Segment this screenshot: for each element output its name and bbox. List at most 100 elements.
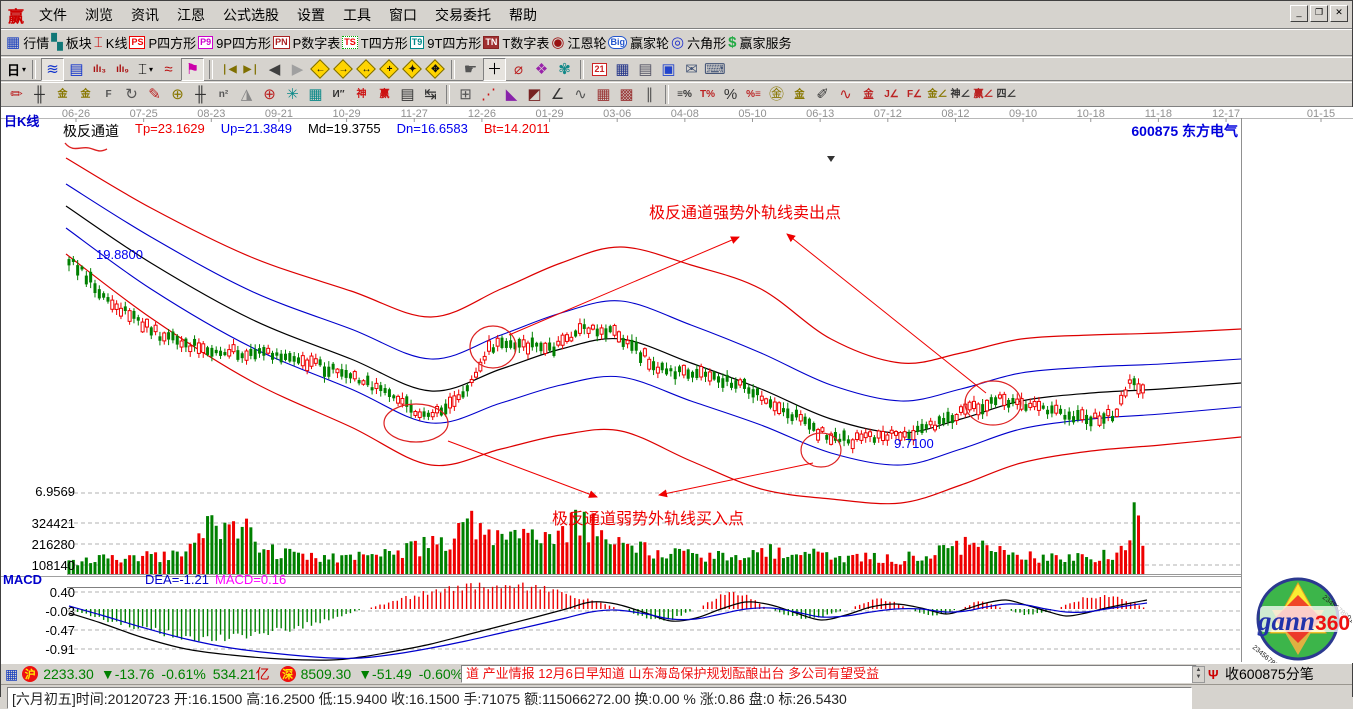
pattern-red-button[interactable]: ≈ xyxy=(158,59,179,80)
brush-tool-3[interactable]: ✐ xyxy=(812,84,833,105)
f-lines-tool[interactable]: F xyxy=(98,84,119,105)
save-button[interactable]: ▣ xyxy=(658,59,679,80)
menu-item-10[interactable]: 帮助 xyxy=(500,3,546,27)
percent-tool[interactable]: % xyxy=(720,84,741,105)
news-ticker[interactable]: 道 产业情报 12月6日早知道 山东海岛保护规划酝酿出台 多公司有望受益 xyxy=(461,665,1197,683)
menu-item-5[interactable]: 公式选股 xyxy=(214,3,288,27)
grid-red-tool-2[interactable]: ▩ xyxy=(616,84,637,105)
triangle-tool[interactable]: ◮ xyxy=(236,84,257,105)
news-spinner[interactable]: ▲▼ xyxy=(1192,666,1205,683)
winner-service-button[interactable]: $赢家服务 xyxy=(728,32,791,53)
f-angle-tool[interactable]: F∠ xyxy=(904,84,925,105)
spiral-tool[interactable]: ↻ xyxy=(121,84,142,105)
gann-wheel-button[interactable]: ◉江恩轮 xyxy=(551,32,606,53)
gann-gold-tool-2[interactable]: 金 xyxy=(75,84,96,105)
t-table-button[interactable]: TNT数字表 xyxy=(483,32,549,53)
target-red-tool[interactable]: ⊕ xyxy=(259,84,280,105)
crosshair-button[interactable]: ＋ xyxy=(483,58,506,81)
bars9-button[interactable]: ılı₉ xyxy=(112,59,133,80)
ying-tool[interactable]: 赢 xyxy=(374,84,395,105)
period-selector[interactable]: 日▾ xyxy=(6,59,27,80)
first-page-button[interactable]: ❘◀ xyxy=(218,59,239,80)
feed-status[interactable]: 收600875分笔 xyxy=(1225,664,1314,684)
zoom-horizontal-button[interactable]: ↔ xyxy=(356,59,377,80)
slashes-tool[interactable]: ∥ xyxy=(639,84,660,105)
quotes-button[interactable]: ▦行情 xyxy=(6,32,49,53)
grid-red-tool[interactable]: ▦ xyxy=(593,84,614,105)
period-label[interactable]: 日K线 xyxy=(4,111,39,130)
menu-item-8[interactable]: 窗口 xyxy=(380,3,426,27)
t-percent-tool[interactable]: T% xyxy=(697,84,718,105)
zoom-left-button[interactable]: ← xyxy=(310,59,331,80)
winner-wheel-button[interactable]: Big赢家轮 xyxy=(608,32,669,53)
percent-lines-tool[interactable]: %≡ xyxy=(743,84,764,105)
calculator-button[interactable]: ▦ xyxy=(612,59,633,80)
send-mail-button[interactable]: ✉ xyxy=(681,59,702,80)
list-percent-tool[interactable]: ≡% xyxy=(674,84,695,105)
gann-gold-tool-1[interactable]: 金 xyxy=(52,84,73,105)
fan-box-tool[interactable]: ◩ xyxy=(524,84,545,105)
p-square-button[interactable]: PSP四方形 xyxy=(129,32,196,53)
shen-angle-tool[interactable]: 神∠ xyxy=(950,84,971,105)
close-button[interactable]: ✕ xyxy=(1330,5,1348,22)
ruler-123-tool[interactable]: ▤ xyxy=(397,84,418,105)
menu-item-4[interactable]: 江恩 xyxy=(168,3,214,27)
brush-tool[interactable]: ✏ xyxy=(6,84,27,105)
candle-style-button[interactable]: ⌶▾ xyxy=(135,59,156,80)
kline-button[interactable]: ⌶K线 xyxy=(94,32,128,53)
gold-red-tool[interactable]: 金 xyxy=(858,84,879,105)
menu-item-6[interactable]: 设置 xyxy=(288,3,334,27)
j-angle-tool[interactable]: J∠ xyxy=(881,84,902,105)
t-square-button[interactable]: TST四方形 xyxy=(342,32,407,53)
p-table-button[interactable]: PNP数字表 xyxy=(273,32,340,53)
notes-button[interactable]: ▤ xyxy=(635,59,656,80)
square-target-tool[interactable]: ▦ xyxy=(305,84,326,105)
zoom-fit-button[interactable]: ✦ xyxy=(402,59,423,80)
wave-mark-tool[interactable]: И″ xyxy=(328,84,349,105)
gold-line-tool[interactable]: 金 xyxy=(789,84,810,105)
tool-purple-button[interactable]: ❖ xyxy=(531,59,552,80)
hexagon-button[interactable]: ◎六角形 xyxy=(671,32,726,53)
workstation-button[interactable]: ⌨ xyxy=(704,59,726,80)
angle-lines-tool[interactable]: ∠ xyxy=(547,84,568,105)
restore-button[interactable]: ❐ xyxy=(1310,5,1328,22)
hand-tool-button[interactable]: ☛ xyxy=(460,59,481,80)
menu-item-1[interactable]: 文件 xyxy=(30,3,76,27)
menu-item-2[interactable]: 浏览 xyxy=(76,3,122,27)
circle-360-tool[interactable]: ⊕ xyxy=(167,84,188,105)
n-square-tool[interactable]: n² xyxy=(213,84,234,105)
pattern-view-button[interactable]: ≋ xyxy=(41,58,64,81)
ying-angle-tool[interactable]: 赢∠ xyxy=(973,84,994,105)
menu-item-7[interactable]: 工具 xyxy=(334,3,380,27)
prev-button[interactable]: ◀ xyxy=(264,59,285,80)
9t-square-button[interactable]: T99T四方形 xyxy=(410,32,482,53)
f10-info-button[interactable]: ▤ xyxy=(66,59,87,80)
grid-lines-tool[interactable]: ╫ xyxy=(29,84,50,105)
ruler-grid-tool[interactable]: ╫ xyxy=(190,84,211,105)
last-page-button[interactable]: ▶❘ xyxy=(241,59,262,80)
measure-button[interactable]: ⌀ xyxy=(508,59,529,80)
gold-angle-tool[interactable]: 金∠ xyxy=(927,84,948,105)
chart-area[interactable]: 日K线 06-2607-2508-2309-2110-2911-2712-260… xyxy=(1,107,1353,663)
fan-red-tool[interactable]: ⋰ xyxy=(478,84,499,105)
zoom-all-button[interactable]: ✥ xyxy=(425,59,446,80)
star-grid-tool[interactable]: ✳ xyxy=(282,84,303,105)
shen-tool[interactable]: 神 xyxy=(351,84,372,105)
market-grid-icon[interactable]: ▦ xyxy=(5,666,18,683)
shenzhen-badge[interactable]: 深 xyxy=(280,666,296,682)
gold-circle-tool[interactable]: ㊎ xyxy=(766,84,787,105)
sectors-button[interactable]: ▚板块 xyxy=(51,32,92,53)
shanghai-badge[interactable]: 沪 xyxy=(22,666,38,682)
span-arrows-tool[interactable]: ↹ xyxy=(420,84,441,105)
bars3-button[interactable]: ılı₃ xyxy=(89,59,110,80)
zoom-right-button[interactable]: → xyxy=(333,59,354,80)
9p-square-button[interactable]: P99P四方形 xyxy=(198,32,271,53)
si-angle-tool[interactable]: 四∠ xyxy=(996,84,1017,105)
zoom-in-button[interactable]: + xyxy=(379,59,400,80)
calendar-button[interactable]: 21 xyxy=(589,59,610,80)
flag-mark-button[interactable]: ⚑ xyxy=(181,58,204,81)
wave-range-tool[interactable]: ∿ xyxy=(835,84,856,105)
zigzag-tool[interactable]: ∿ xyxy=(570,84,591,105)
menu-item-3[interactable]: 资讯 xyxy=(122,3,168,27)
minimize-button[interactable]: _ xyxy=(1290,5,1308,22)
